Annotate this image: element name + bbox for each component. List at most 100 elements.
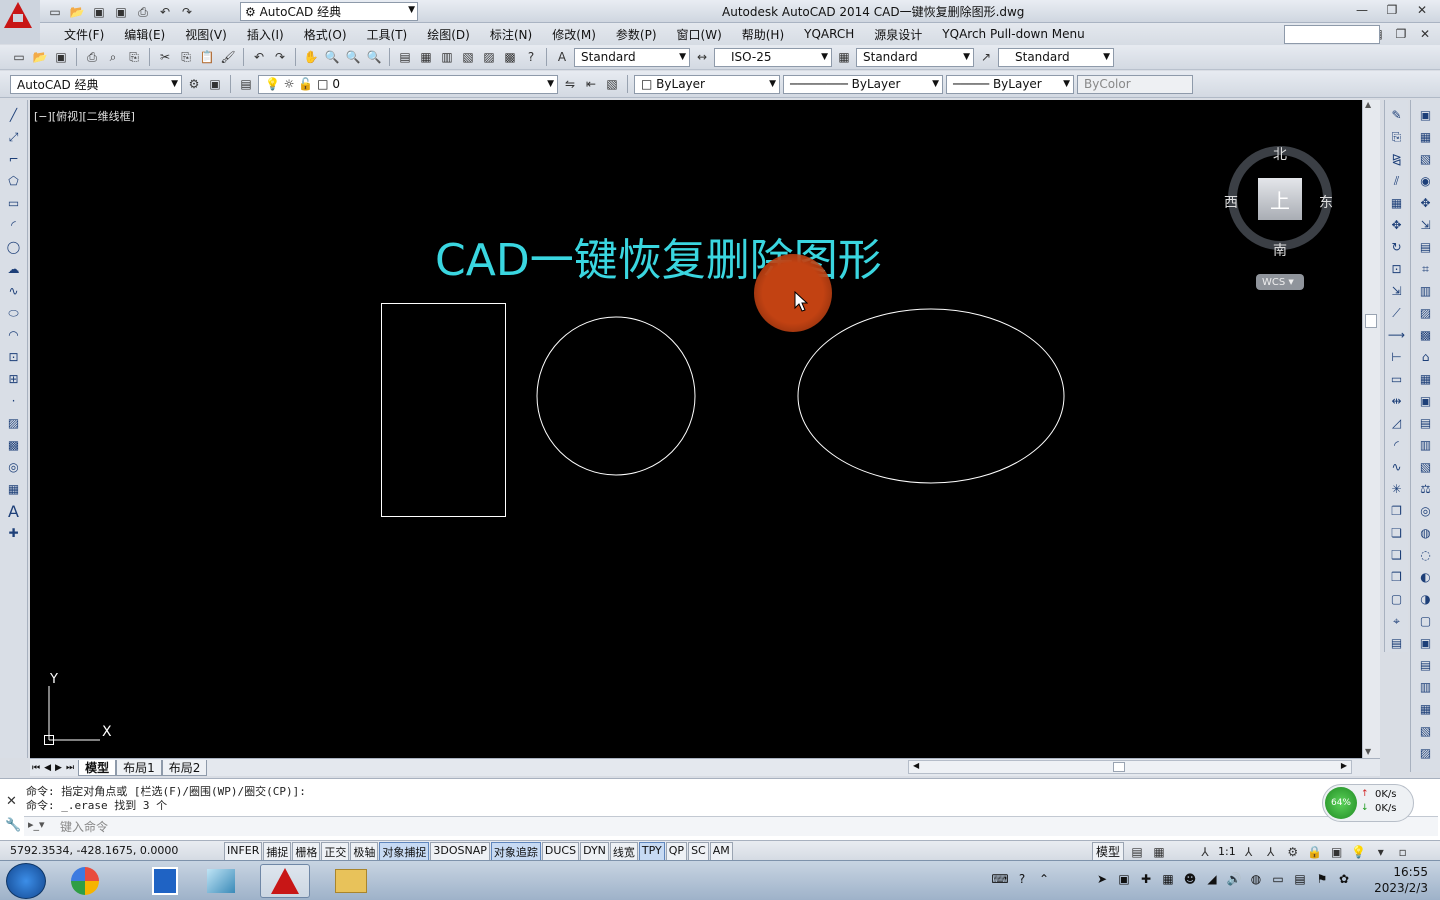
coordinate-readout[interactable]: 5792.3534, -428.1675, 0.0000	[10, 844, 178, 857]
scroll-right-icon[interactable]: ▶	[1341, 761, 1347, 770]
rotate-icon[interactable]: ↻	[1388, 238, 1406, 256]
break-at-point-icon[interactable]: ⊢	[1388, 348, 1406, 366]
yq-tool-29-icon[interactable]: ▧	[1417, 722, 1435, 740]
zoom-realtime-icon[interactable]: 🔍	[323, 48, 341, 66]
insert-block-icon[interactable]: ⊡	[5, 348, 23, 366]
wcs-menu[interactable]: WCS ▼	[1256, 274, 1304, 290]
yq-tool-7-icon[interactable]: ▤	[1417, 238, 1435, 256]
rectangle-entity[interactable]	[381, 303, 506, 517]
scroll-up-icon[interactable]: ▲	[1365, 100, 1371, 109]
restore-icon[interactable]: ❐	[1378, 1, 1406, 19]
calculator-icon[interactable]: ▩	[501, 48, 519, 66]
copy-icon[interactable]: ⎘	[177, 48, 195, 66]
redo-icon[interactable]: ↷	[178, 3, 196, 21]
explode-icon[interactable]: ✳	[1388, 480, 1406, 498]
draworder-icon[interactable]: ❐	[1388, 502, 1406, 520]
menu-item-5[interactable]: 工具(T)	[357, 26, 418, 43]
tray-app-8-icon[interactable]: ▤	[1292, 871, 1308, 887]
status-toggle-9[interactable]: DYN	[580, 842, 609, 862]
rectangle-icon[interactable]: ▭	[5, 194, 23, 212]
status-toggle-6[interactable]: 3DOSNAP	[430, 842, 490, 862]
status-toggle-13[interactable]: SC	[688, 842, 709, 862]
status-toggle-10[interactable]: 线宽	[609, 842, 638, 862]
status-toggle-4[interactable]: 极轴	[350, 842, 379, 862]
yq-tool-12-icon[interactable]: ⌂	[1417, 348, 1435, 366]
annotation-scale-icon[interactable]: ⅄	[1196, 843, 1214, 861]
menu-item-4[interactable]: 格式(O)	[294, 26, 357, 43]
workspace-toolbar-dropdown[interactable]: AutoCAD 经典 ▼	[10, 74, 182, 94]
viewcube-south[interactable]: 南	[1273, 240, 1287, 260]
keyboard-icon[interactable]: ⌨	[991, 871, 1008, 887]
status-toggle-3[interactable]: 正交	[321, 842, 350, 862]
table-icon[interactable]: ▦	[5, 480, 23, 498]
menu-item-1[interactable]: 编辑(E)	[114, 26, 175, 43]
window-restore-icon[interactable]: ❐	[1392, 25, 1410, 43]
mleader-style-icon[interactable]: ↗	[977, 48, 995, 66]
app-menu-button[interactable]	[0, 0, 40, 44]
color-dropdown[interactable]: □ ByLayer ▼	[634, 74, 780, 94]
taskbar-clock[interactable]: 16:55 2023/2/3	[1374, 864, 1428, 896]
close-command-icon[interactable]: ✕	[6, 794, 17, 809]
workspace-dropdown[interactable]: ⚙ AutoCAD 经典 ▼	[240, 2, 418, 21]
yq-tool-24-icon[interactable]: ▢	[1417, 612, 1435, 630]
status-toggle-5[interactable]: 对象捕捉	[379, 842, 430, 862]
tab-first-icon[interactable]: ⏮	[30, 763, 42, 773]
viewcube-west[interactable]: 西	[1224, 192, 1238, 212]
menu-item-0[interactable]: 文件(F)	[54, 26, 114, 43]
yq-tool-9-icon[interactable]: ▥	[1417, 282, 1435, 300]
ellipse-arc-icon[interactable]: ◠	[5, 326, 23, 344]
help-icon[interactable]: ?	[522, 48, 540, 66]
lock-icon[interactable]: 🔒	[1306, 843, 1324, 861]
menu-item-3[interactable]: 插入(I)	[237, 26, 294, 43]
circle-entity[interactable]	[536, 316, 696, 476]
make-block-icon[interactable]: ⊞	[5, 370, 23, 388]
tab-model[interactable]: 模型	[78, 759, 117, 776]
tab-next-icon[interactable]: ▶	[53, 763, 64, 773]
yq-tool-21-icon[interactable]: ◌	[1417, 546, 1435, 564]
yq-tool-5-icon[interactable]: ✥	[1417, 194, 1435, 212]
status-toggle-11[interactable]: TPY	[638, 842, 665, 862]
menu-item-14[interactable]: YQArch Pull-down Menu	[932, 27, 1094, 41]
yq-tool-15-icon[interactable]: ▤	[1417, 414, 1435, 432]
spline-icon[interactable]: ∿	[5, 282, 23, 300]
tab-last-icon[interactable]: ⏭	[64, 763, 78, 773]
horizontal-scrollbar[interactable]: ◀ ▶	[908, 760, 1352, 774]
fillet-icon[interactable]: ◜	[1388, 436, 1406, 454]
array-icon[interactable]: ▦	[1388, 194, 1406, 212]
auto-scale-icon[interactable]: ⅄	[1262, 843, 1280, 861]
mirror-icon[interactable]: ⧎	[1388, 150, 1406, 168]
tool-palettes-icon[interactable]: ▥	[438, 48, 456, 66]
yq-tool-1-icon[interactable]: ▣	[1417, 106, 1435, 124]
menu-item-11[interactable]: 帮助(H)	[732, 26, 794, 43]
zoom-window-icon[interactable]: 🔍	[344, 48, 362, 66]
text-front-icon[interactable]: ❒	[1388, 568, 1406, 586]
redo-icon[interactable]: ↷	[271, 48, 289, 66]
bring-front-icon[interactable]: ❏	[1388, 524, 1406, 542]
horizontal-scroll-thumb[interactable]	[1113, 762, 1125, 772]
taskbar-app-3[interactable]	[196, 864, 246, 898]
table-style-icon[interactable]: ▦	[835, 48, 853, 66]
yq-tool-23-icon[interactable]: ◑	[1417, 590, 1435, 608]
workspace-switch-icon[interactable]: ⚙	[1284, 843, 1302, 861]
extend-icon[interactable]: ⟶	[1388, 326, 1406, 344]
quick-view-layouts-icon[interactable]: ▤	[1128, 843, 1146, 861]
save-icon[interactable]: ▣	[52, 48, 70, 66]
ellipse-entity[interactable]	[797, 308, 1065, 484]
undo-icon[interactable]: ↶	[156, 3, 174, 21]
taskbar-explorer[interactable]	[326, 864, 376, 898]
open-icon[interactable]: 📂	[68, 3, 86, 21]
open-icon[interactable]: 📂	[31, 48, 49, 66]
properties-icon[interactable]: ▤	[396, 48, 414, 66]
quick-view-drawings-icon[interactable]: ▦	[1150, 843, 1168, 861]
markup-icon[interactable]: ▨	[480, 48, 498, 66]
command-prompt-icon[interactable]: ▸_▾	[28, 818, 45, 831]
region-icon[interactable]: ◎	[5, 458, 23, 476]
publish-icon[interactable]: ⎘	[125, 48, 143, 66]
pan-icon[interactable]: ✋	[302, 48, 320, 66]
yq-tool-28-icon[interactable]: ▦	[1417, 700, 1435, 718]
status-toggle-1[interactable]: 捕捉	[263, 842, 292, 862]
menu-item-10[interactable]: 窗口(W)	[667, 26, 732, 43]
menu-item-2[interactable]: 视图(V)	[175, 26, 237, 43]
text-style-dropdown[interactable]: Standard ▼	[574, 47, 690, 67]
trim-icon[interactable]: ⟋	[1388, 304, 1406, 322]
